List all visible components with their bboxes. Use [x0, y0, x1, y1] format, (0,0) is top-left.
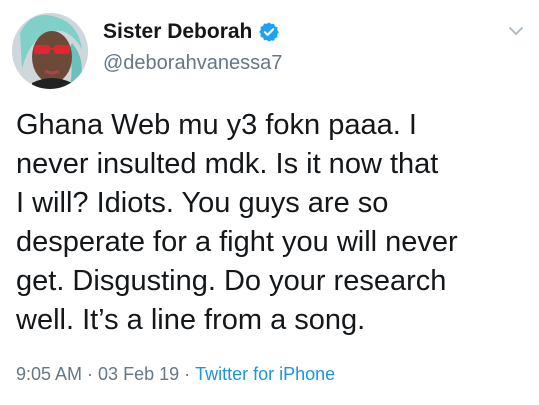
author-display-name[interactable]: Sister Deborah [103, 20, 252, 44]
author-name-row: Sister Deborah [103, 20, 280, 44]
chevron-down-icon[interactable] [507, 22, 525, 40]
avatar[interactable] [12, 13, 88, 89]
tweet-card: Sister Deborah @deborahvanessa7 Ghana We… [0, 0, 539, 405]
tweet-meta: 9:05 AM · 03 Feb 19 · Twitter for iPhone [16, 364, 335, 385]
avatar-image [12, 13, 88, 89]
author-handle[interactable]: @deborahvanessa7 [103, 52, 282, 75]
tweet-source-link[interactable]: Twitter for iPhone [195, 364, 335, 385]
verified-badge-icon [258, 21, 280, 43]
tweet-time[interactable]: 9:05 AM [16, 364, 82, 385]
tweet-text: Ghana Web mu y3 fokn paaa. I never insul… [16, 109, 458, 336]
meta-separator: · [87, 364, 94, 384]
tweet-date[interactable]: 03 Feb 19 [98, 364, 179, 385]
meta-separator: · [184, 364, 191, 384]
